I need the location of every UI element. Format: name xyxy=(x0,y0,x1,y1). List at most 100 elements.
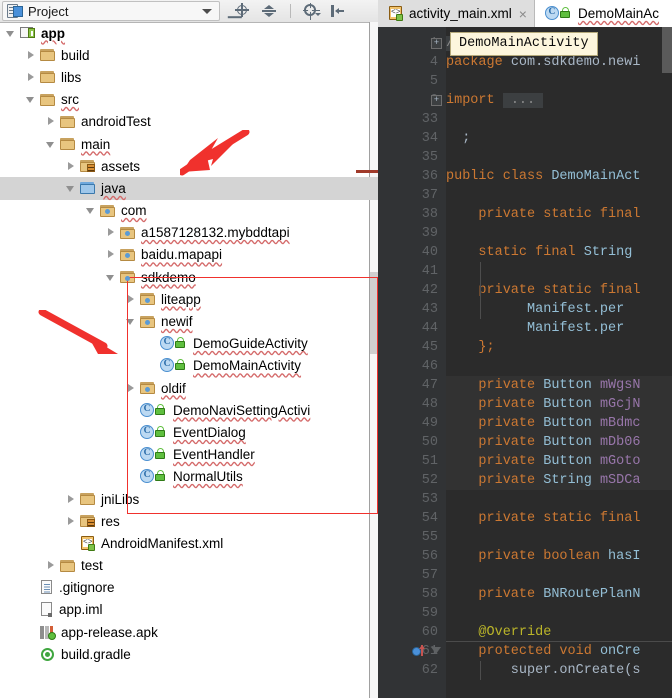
tree-row[interactable]: main xyxy=(0,133,378,155)
code-line[interactable] xyxy=(446,148,672,167)
tree-item-label: app.iml xyxy=(59,602,103,618)
tree-row[interactable]: baidu.mapapi xyxy=(0,244,378,266)
tree-row[interactable]: <> AndroidManifest.xml xyxy=(0,532,378,554)
tree-row[interactable]: a1587128132.mybddtapi xyxy=(0,222,378,244)
code-line[interactable] xyxy=(446,604,672,623)
code-line[interactable] xyxy=(446,566,672,585)
code-token: private xyxy=(446,378,544,393)
code-token: mGoto xyxy=(599,454,641,469)
code-line[interactable]: private Button mGcjN xyxy=(446,395,672,414)
code-line[interactable] xyxy=(446,110,672,129)
fold-expand-icon[interactable]: + xyxy=(431,38,442,49)
collapse-all-icon[interactable] xyxy=(261,2,279,20)
line-number: 43 xyxy=(421,302,438,317)
iml-file-icon xyxy=(40,602,54,618)
chevron-down-icon[interactable] xyxy=(106,272,117,283)
code-token: hasI xyxy=(608,549,641,564)
code-line[interactable]: private Button mDb06 xyxy=(446,433,672,452)
line-number: 60 xyxy=(421,625,438,640)
chevron-right-icon[interactable] xyxy=(46,560,57,571)
tree-row[interactable]: build xyxy=(0,44,378,66)
code-line[interactable]: private Button mBdmc xyxy=(446,414,672,433)
code-line[interactable] xyxy=(446,186,672,205)
code-token: private xyxy=(446,416,544,431)
tree-row[interactable]: src xyxy=(0,89,378,111)
code-line[interactable]: import ... xyxy=(446,91,672,110)
code-line[interactable]: public class DemoMainAct xyxy=(446,167,672,186)
editor-tab[interactable]: <> activity_main.xml × xyxy=(378,0,535,27)
code-line[interactable]: }; xyxy=(446,338,672,357)
chevron-down-icon[interactable] xyxy=(46,139,57,150)
chevron-down-icon[interactable] xyxy=(66,183,77,194)
code-line[interactable]: @Override xyxy=(446,623,672,642)
tree-row[interactable]: assets xyxy=(0,155,378,177)
tree-item-label: test xyxy=(81,558,103,574)
chevron-right-icon[interactable] xyxy=(66,516,77,527)
tree-item-label: main xyxy=(81,136,111,152)
code-line[interactable] xyxy=(446,357,672,376)
editor-scrollbar-thumb[interactable] xyxy=(662,27,672,73)
code-line[interactable] xyxy=(446,72,672,91)
code-line[interactable]: private Button mGoto xyxy=(446,452,672,471)
code-line[interactable]: private Button mWgsN xyxy=(446,376,672,395)
editor-tab[interactable]: C DemoMainAc xyxy=(534,0,666,27)
code-line[interactable]: private BNRoutePlanN xyxy=(446,585,672,604)
chevron-right-icon[interactable] xyxy=(106,227,117,238)
fold-expand-icon[interactable]: + xyxy=(431,95,442,106)
line-number: 45 xyxy=(421,340,438,355)
editor-tab-label: DemoMainAc xyxy=(577,6,659,21)
code-token: private static final xyxy=(446,207,641,222)
editor-code-area[interactable]: /.../package com.sdkdemo.newiimport ... … xyxy=(446,27,672,698)
tree-row[interactable]: build.gradle xyxy=(0,643,378,665)
code-line[interactable]: static final String xyxy=(446,243,672,262)
tree-row[interactable]: java xyxy=(0,177,378,200)
code-line[interactable]: Manifest.per xyxy=(446,319,672,338)
code-line[interactable] xyxy=(446,490,672,509)
tree-row[interactable]: test xyxy=(0,555,378,577)
chevron-down-icon[interactable] xyxy=(86,205,97,216)
project-panel-header: Project xyxy=(0,0,378,23)
code-line[interactable]: private boolean hasI xyxy=(446,547,672,566)
fold-collapse-icon[interactable] xyxy=(431,647,442,658)
close-icon[interactable]: × xyxy=(519,7,527,21)
chevron-down-icon[interactable] xyxy=(202,8,212,14)
tree-row[interactable]: libs xyxy=(0,66,378,88)
tree-row[interactable]: com xyxy=(0,200,378,222)
tree-row[interactable]: app xyxy=(0,22,378,44)
code-line[interactable]: private String mSDCa xyxy=(446,471,672,490)
override-method-icon[interactable] xyxy=(412,645,425,658)
chevron-right-icon[interactable] xyxy=(106,249,117,260)
tree-row[interactable]: app.iml xyxy=(0,599,378,621)
java-class-icon: C xyxy=(544,6,573,21)
project-view-selector[interactable]: Project xyxy=(2,1,220,21)
chevron-right-icon[interactable] xyxy=(66,161,77,172)
chevron-right-icon[interactable] xyxy=(26,72,37,83)
chevron-down-icon[interactable] xyxy=(26,94,37,105)
code-token: private xyxy=(446,397,544,412)
code-token: mSDCa xyxy=(599,473,641,488)
code-line[interactable] xyxy=(446,528,672,547)
code-line[interactable]: protected void onCre xyxy=(446,642,672,661)
tree-row[interactable]: androidTest xyxy=(0,111,378,133)
editor-gutter[interactable]: 1456333435363738394041424344454647484950… xyxy=(378,27,446,698)
tree-row[interactable]: .gitignore xyxy=(0,577,378,599)
chevron-right-icon[interactable] xyxy=(26,50,37,61)
code-line[interactable]: ; xyxy=(446,129,672,148)
code-line[interactable] xyxy=(446,224,672,243)
chevron-down-icon[interactable] xyxy=(6,28,17,39)
tree-row[interactable]: app-release.apk xyxy=(0,621,378,643)
code-line[interactable]: private static final xyxy=(446,509,672,528)
folder-icon xyxy=(80,492,96,506)
code-editor: <> activity_main.xml × C DemoMainAc DemoMain… xyxy=(378,0,672,698)
code-line[interactable]: private static final xyxy=(446,205,672,224)
chevron-right-icon[interactable] xyxy=(46,116,57,127)
hide-panel-icon[interactable] xyxy=(329,2,347,20)
gear-icon[interactable] xyxy=(302,2,321,20)
locate-icon[interactable] xyxy=(234,2,252,20)
line-number: 33 xyxy=(421,112,438,127)
res-folder-icon xyxy=(80,159,96,173)
code-token: mDb06 xyxy=(599,435,641,450)
code-token: static final xyxy=(446,245,584,260)
android-xml-icon: <> xyxy=(388,6,404,21)
chevron-right-icon[interactable] xyxy=(66,494,77,505)
